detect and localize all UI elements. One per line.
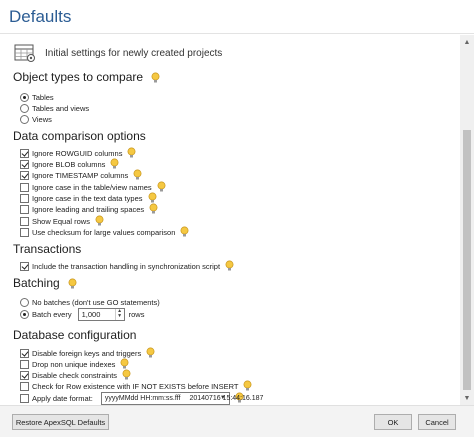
- data-comparison-title-text: Data comparison options: [13, 129, 146, 143]
- database-configuration-section-title: Database configuration: [13, 328, 136, 342]
- checkbox-label: Ignore ROWGUID columns: [32, 148, 123, 158]
- rows-label: rows: [128, 309, 145, 319]
- checkbox-label: Disable foreign keys and triggers: [32, 348, 142, 358]
- object-type-views-radio[interactable]: Views: [20, 113, 52, 125]
- stepper-down-icon[interactable]: ▼: [116, 314, 124, 320]
- checkbox-label: Ignore case in the table/view names: [32, 182, 152, 192]
- radio-button[interactable]: [20, 92, 29, 102]
- radio-label: Views: [32, 114, 52, 124]
- apply-date-format-checkbox[interactable]: Apply date format: yyyyMMdd HH:mm:ss.fff…: [20, 391, 263, 405]
- settings-panel: Initial settings for newly created proje…: [0, 35, 460, 405]
- lightbulb-icon[interactable]: [180, 226, 189, 238]
- checkbox[interactable]: [20, 393, 29, 403]
- lightbulb-icon[interactable]: [243, 380, 252, 392]
- checkbox[interactable]: [20, 359, 29, 369]
- checkbox-label: Use checksum for large values comparison: [32, 227, 176, 237]
- lightbulb-icon[interactable]: [146, 347, 155, 359]
- checkbox-label: Apply date format:: [32, 393, 93, 403]
- stepper-buttons[interactable]: ▲ ▼: [114, 308, 124, 320]
- ignore-timestamp-checkbox[interactable]: Ignore TIMESTAMP columns: [20, 169, 142, 181]
- checkbox-label: Disable check constraints: [32, 370, 118, 380]
- checkbox-label: Check for Row existence with IF NOT EXIS…: [32, 381, 239, 391]
- checkbox[interactable]: [20, 182, 29, 192]
- checkbox-label: Ignore BLOB columns: [32, 159, 106, 169]
- title-bar: Defaults: [0, 0, 474, 34]
- lightbulb-icon[interactable]: [157, 181, 166, 193]
- data-comparison-section-title: Data comparison options: [13, 129, 146, 143]
- ignore-spaces-checkbox[interactable]: Ignore leading and trailing spaces: [20, 203, 158, 215]
- batch-size-value: 1,000: [81, 309, 101, 319]
- checkbox[interactable]: [20, 148, 29, 158]
- lightbulb-icon[interactable]: [225, 260, 234, 272]
- scrollbar-thumb[interactable]: [463, 130, 471, 390]
- checkbox[interactable]: [20, 227, 29, 237]
- database-configuration-title-text: Database configuration: [13, 328, 137, 342]
- chevron-down-icon[interactable]: ▼: [220, 395, 226, 401]
- scroll-down-icon[interactable]: ▼: [460, 391, 474, 405]
- radio-button[interactable]: [20, 103, 29, 113]
- date-format-value: yyyyMMdd HH:mm:ss.fff: [104, 394, 181, 402]
- transactions-section-title: Transactions: [13, 242, 81, 256]
- batch-size-stepper[interactable]: 1,000 ▲ ▼: [77, 307, 125, 321]
- checkbox[interactable]: [20, 204, 29, 214]
- date-format-preview: 20140716 15:44:16.187: [189, 394, 264, 402]
- settings-header-text: Initial settings for newly created proje…: [45, 47, 223, 59]
- use-checksum-checkbox[interactable]: Use checksum for large values comparison: [20, 226, 189, 238]
- object-types-section-title: Object types to compare: [13, 70, 160, 84]
- radio-label: Batch every: [32, 309, 72, 319]
- transactions-title-text: Transactions: [13, 242, 82, 256]
- lightbulb-icon[interactable]: [133, 169, 142, 181]
- radio-button[interactable]: [20, 114, 29, 124]
- checkbox-label: Include the transaction handling in sync…: [32, 261, 221, 271]
- checkbox[interactable]: [20, 159, 29, 169]
- batching-title-text: Batching: [13, 276, 60, 290]
- dialog-footer: Restore ApexSQL Defaults OK Cancel: [0, 405, 474, 437]
- ok-button[interactable]: OK: [374, 414, 412, 430]
- radio-button[interactable]: [20, 297, 29, 307]
- radio-button[interactable]: [20, 309, 29, 319]
- lightbulb-icon[interactable]: [68, 278, 77, 290]
- checkbox-label: Ignore TIMESTAMP columns: [32, 170, 129, 180]
- lightbulb-icon[interactable]: [151, 72, 160, 84]
- radio-label: No batches (don't use GO statements): [32, 297, 160, 307]
- restore-defaults-button[interactable]: Restore ApexSQL Defaults: [12, 414, 109, 430]
- date-format-dropdown[interactable]: yyyyMMdd HH:mm:ss.fff 20140716 15:44:16.…: [100, 391, 263, 405]
- settings-header: Initial settings for newly created proje…: [14, 43, 222, 63]
- checkbox[interactable]: [20, 170, 29, 180]
- radio-label: Tables: [32, 92, 54, 102]
- object-types-title-text: Object types to compare: [13, 70, 144, 84]
- include-transaction-checkbox[interactable]: Include the transaction handling in sync…: [20, 260, 234, 272]
- lightbulb-icon[interactable]: [127, 147, 136, 159]
- checkbox[interactable]: [20, 381, 29, 391]
- vertical-scrollbar[interactable]: ▲ ▼: [460, 35, 474, 405]
- checkbox-label: Drop non unique indexes: [32, 359, 116, 369]
- scroll-up-icon[interactable]: ▲: [460, 35, 474, 49]
- checkbox-label: Ignore leading and trailing spaces: [32, 204, 145, 214]
- checkbox-label: Show Equal rows: [32, 216, 90, 226]
- settings-grid-icon: [14, 44, 35, 62]
- checkbox-label: Ignore case in the text data types: [32, 193, 143, 203]
- lightbulb-icon[interactable]: [149, 203, 158, 215]
- checkbox[interactable]: [20, 261, 29, 271]
- window-title: Defaults: [9, 7, 72, 26]
- radio-label: Tables and views: [32, 103, 90, 113]
- cancel-button[interactable]: Cancel: [418, 414, 456, 430]
- checkbox[interactable]: [20, 348, 29, 358]
- checkbox[interactable]: [20, 193, 29, 203]
- batching-section-title: Batching: [13, 276, 77, 290]
- checkbox[interactable]: [20, 370, 29, 380]
- checkbox[interactable]: [20, 216, 29, 226]
- batch-every-radio[interactable]: Batch every 1,000 ▲ ▼ rows: [20, 307, 144, 321]
